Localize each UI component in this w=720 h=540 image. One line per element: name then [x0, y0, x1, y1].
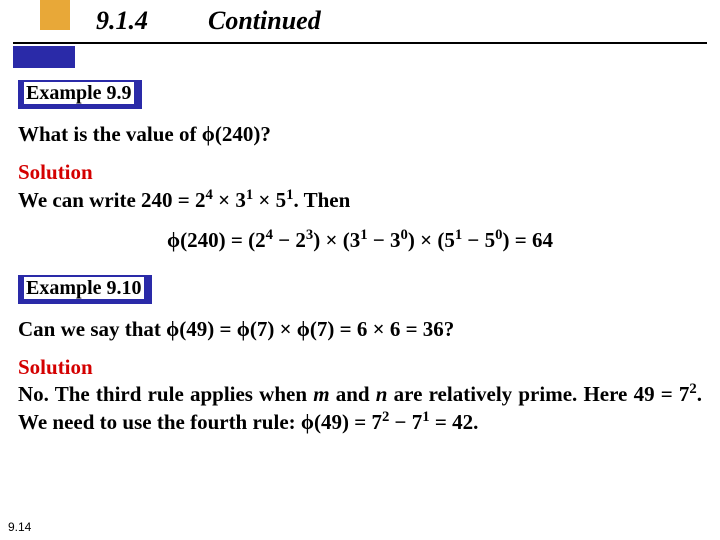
text: What is the value of	[18, 122, 202, 146]
example1-question: What is the value of ϕ(240)?	[18, 121, 702, 147]
page-number: 9.14	[8, 520, 31, 534]
exp: 1	[360, 227, 367, 243]
text: (49) =	[179, 317, 236, 341]
section-number: 9.1.4	[96, 6, 148, 36]
accent-square	[40, 0, 70, 30]
example2-solution: Solution No. The third rule applies when…	[18, 354, 702, 435]
example1-solution: Solution We can write 240 = 24 × 31 × 51…	[18, 159, 702, 213]
example-label: Example 9.10	[24, 277, 144, 299]
accent-underline	[13, 46, 75, 68]
solution-label: Solution	[18, 355, 93, 379]
slide-content: Example 9.9 What is the value of ϕ(240)?…	[18, 80, 702, 447]
phi-symbol: ϕ	[202, 122, 215, 146]
exp: 4	[206, 187, 213, 203]
phi-symbol: ϕ	[301, 410, 314, 434]
example-label-box: Example 9.9	[18, 80, 142, 109]
slide-header: 9.1.4 Continued	[0, 0, 720, 62]
example1-formula: ϕ(240) = (24 − 23) × (31 − 30) × (51 − 5…	[18, 227, 702, 253]
example2-question: Can we say that ϕ(49) = ϕ(7) × ϕ(7) = 6 …	[18, 316, 702, 342]
text: = 42.	[430, 410, 479, 434]
text: are relatively prime. Here 49 = 7	[387, 382, 689, 406]
exp: 2	[689, 381, 696, 397]
text: ) × (5	[408, 228, 455, 252]
text: ) = 64	[502, 228, 552, 252]
text: ϕ(240) = (2	[167, 228, 266, 252]
text: − 7	[389, 410, 422, 434]
var-m: m	[313, 382, 329, 406]
text: × 3	[213, 188, 246, 212]
example-label-box: Example 9.10	[18, 275, 152, 304]
example-label: Example 9.9	[24, 82, 134, 104]
exp: 4	[266, 227, 273, 243]
text: (7) = 6 × 6 = 36?	[310, 317, 454, 341]
text: (49) = 7	[314, 410, 382, 434]
text: − 3	[368, 228, 401, 252]
section-title: Continued	[208, 6, 321, 36]
text: − 2	[273, 228, 306, 252]
exp: 1	[422, 409, 429, 425]
text: ) × (3	[313, 228, 360, 252]
var-n: n	[376, 382, 388, 406]
text: Can we say that	[18, 317, 166, 341]
text: and	[330, 382, 376, 406]
text: . Then	[293, 188, 350, 212]
exp: 0	[401, 227, 408, 243]
phi-symbol: ϕ	[297, 317, 310, 341]
solution-label: Solution	[18, 160, 93, 184]
text: − 5	[462, 228, 495, 252]
text: We can write 240 = 2	[18, 188, 206, 212]
phi-symbol: ϕ	[166, 317, 179, 341]
text: × 5	[253, 188, 286, 212]
text: (240)?	[215, 122, 271, 146]
text: No. The third rule applies when	[18, 382, 313, 406]
text: (7) ×	[250, 317, 297, 341]
phi-symbol: ϕ	[237, 317, 250, 341]
header-divider	[13, 42, 707, 44]
